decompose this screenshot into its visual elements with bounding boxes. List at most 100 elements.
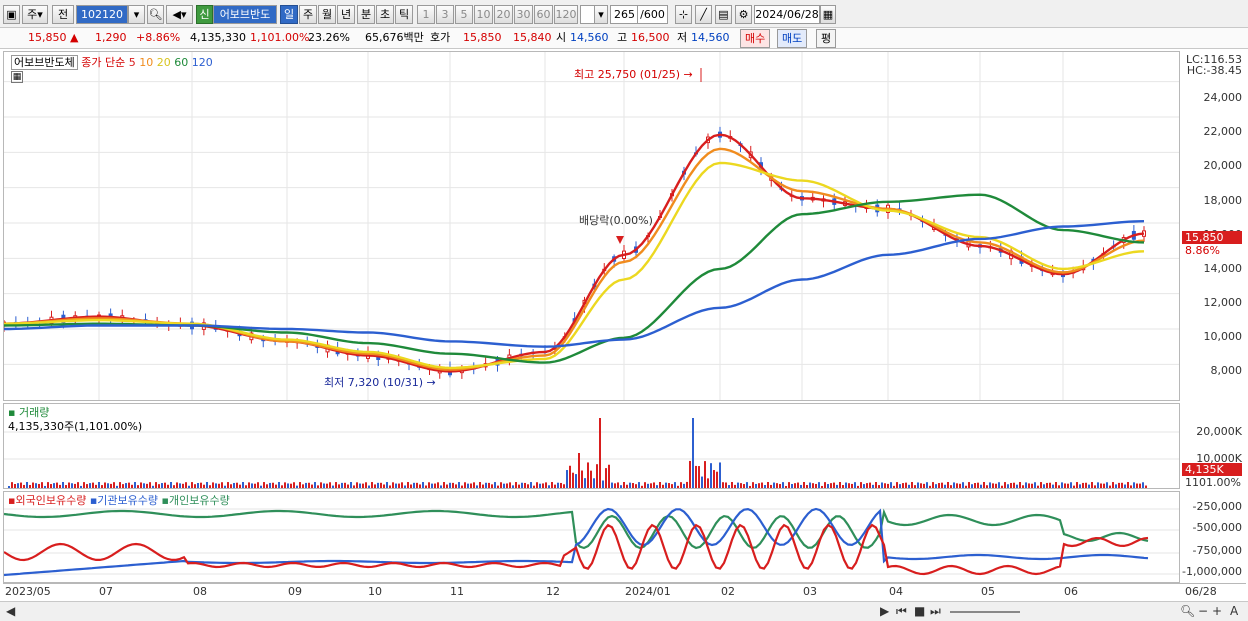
volume-bar (863, 484, 865, 488)
tab-tick[interactable]: 틱 (395, 5, 413, 24)
volume-bar (704, 461, 706, 488)
x-tick: 05 (981, 585, 995, 598)
volume-bar (542, 483, 544, 488)
minus-icon[interactable]: − (1198, 604, 1208, 618)
volume-bar (710, 463, 712, 488)
volume-bar (719, 462, 721, 488)
volume-bar (104, 482, 106, 488)
calendar-icon[interactable]: ▦ (820, 5, 836, 24)
volume-bar (728, 485, 730, 488)
x-tick: 09 (288, 585, 302, 598)
annot-high-label: 최고 25,750 (01/25) (574, 68, 681, 81)
interval-3[interactable]: 3 (436, 5, 454, 24)
legend-close: 종가 단순 (81, 56, 126, 69)
sell-button[interactable]: 매도 (777, 29, 808, 48)
volume-bar (386, 482, 388, 488)
volume-bar (449, 482, 451, 488)
tab-second[interactable]: 초 (376, 5, 394, 24)
stop-icon[interactable]: ■ (914, 604, 925, 618)
tab-month[interactable]: 월 (318, 5, 336, 24)
code-dropdown-icon[interactable]: ▾ (128, 5, 145, 24)
volume-bar (221, 482, 223, 488)
volume-bar (875, 482, 877, 488)
search-icon[interactable]: 🔍︎ (147, 5, 164, 24)
scroll-left-icon[interactable]: ◀ (6, 604, 15, 618)
count-input[interactable]: 265 (610, 5, 638, 24)
scroll-right-icon[interactable]: ▶ (880, 604, 889, 618)
volume-bar (266, 484, 268, 488)
crosshair-icon[interactable]: ⊹ (675, 5, 692, 24)
legend-ma5: 5 (128, 56, 136, 69)
volume-bar (311, 484, 313, 488)
first-icon[interactable]: ⏮ (896, 604, 907, 619)
y-tick: 18,000 (1203, 194, 1243, 207)
volume-bar (731, 482, 733, 488)
volume-bar (89, 483, 91, 488)
interval-60[interactable]: 60 (534, 5, 553, 24)
holding-pane[interactable]: ▪외국인보유수량 ▪기관보유수량 ▪개인보유수량 (3, 491, 1180, 583)
volume-bar (197, 482, 199, 488)
text-icon[interactable]: A (1230, 604, 1238, 618)
volume-bar (608, 464, 610, 488)
gear-icon[interactable]: ⚙ (735, 5, 752, 24)
y-tick: 10,000 (1203, 330, 1243, 343)
high-label: 고 (617, 31, 628, 44)
table-icon[interactable]: ▦ (11, 71, 23, 83)
price-pane[interactable]: 어보브반도체 종가 단순 5 10 20 60 120 ▦ 최고 25,750 … (3, 51, 1180, 401)
volume-bar (290, 483, 292, 488)
speaker-icon[interactable]: ◀▾ (166, 5, 193, 24)
volume-bar (770, 484, 772, 488)
interval-dropdown-icon[interactable]: ▾ (594, 5, 608, 24)
y-tick: 20,000 (1203, 159, 1243, 172)
volume-bar (359, 483, 361, 488)
zoom-slider[interactable] (950, 611, 1020, 613)
volume-bar (368, 485, 370, 488)
y-tick: 22,000 (1203, 125, 1243, 138)
bid-price: 15,840 (513, 31, 552, 44)
interval-120[interactable]: 120 (554, 5, 578, 24)
date-input[interactable]: 2024/06/28 (754, 5, 820, 24)
stock-name-field: 어보브반도 (213, 5, 277, 24)
volume-bar (389, 485, 391, 488)
vol-tick: 20,000K (1196, 425, 1242, 438)
low-label: 저 (677, 31, 688, 44)
buy-button[interactable]: 매수 (740, 29, 771, 48)
volume-bar (470, 483, 472, 488)
ma-line-60 (4, 193, 1145, 364)
volume-bar (917, 482, 919, 488)
volume-bar (329, 482, 331, 488)
interval-10[interactable]: 10 (474, 5, 493, 24)
stock-code-input[interactable]: 102120 (76, 5, 128, 24)
volume-bar (803, 482, 805, 488)
tab-day[interactable]: 일 (280, 5, 298, 24)
eval-button[interactable]: 평 (816, 29, 837, 48)
volume-bar (1085, 482, 1087, 488)
zoom-icon[interactable]: 🔍︎ (1180, 604, 1195, 618)
volume-bar (407, 482, 409, 488)
volume-bar (800, 484, 802, 488)
interval-30[interactable]: 30 (514, 5, 533, 24)
last-icon[interactable]: ⏭ (930, 604, 941, 619)
volume-bar (17, 483, 19, 488)
tab-week[interactable]: 주 (299, 5, 317, 24)
volume-bar (269, 482, 271, 488)
tab-year[interactable]: 년 (337, 5, 355, 24)
volume-bar (1043, 484, 1045, 488)
volume-bar (350, 482, 352, 488)
interval-20[interactable]: 20 (494, 5, 513, 24)
draw-icon[interactable]: ╱ (695, 5, 712, 24)
volume-bar (626, 484, 628, 488)
sin-badge[interactable]: 신 (196, 5, 213, 24)
save-icon[interactable]: ▤ (715, 5, 732, 24)
tab-minute[interactable]: 분 (357, 5, 375, 24)
volume-pane[interactable]: ▪ 거래량 4,135,330주(1,101.00%) (3, 403, 1180, 489)
interval-5[interactable]: 5 (455, 5, 473, 24)
layout-icon[interactable]: ▣ (3, 5, 20, 24)
type-select[interactable]: 주▾ (22, 5, 48, 24)
period-select[interactable]: 전 (52, 5, 74, 24)
trade-amount: 65,676백만 (365, 31, 424, 44)
volume-bar (890, 482, 892, 488)
volume-bar (686, 481, 688, 488)
plus-icon[interactable]: + (1212, 604, 1222, 618)
interval-1[interactable]: 1 (417, 5, 435, 24)
